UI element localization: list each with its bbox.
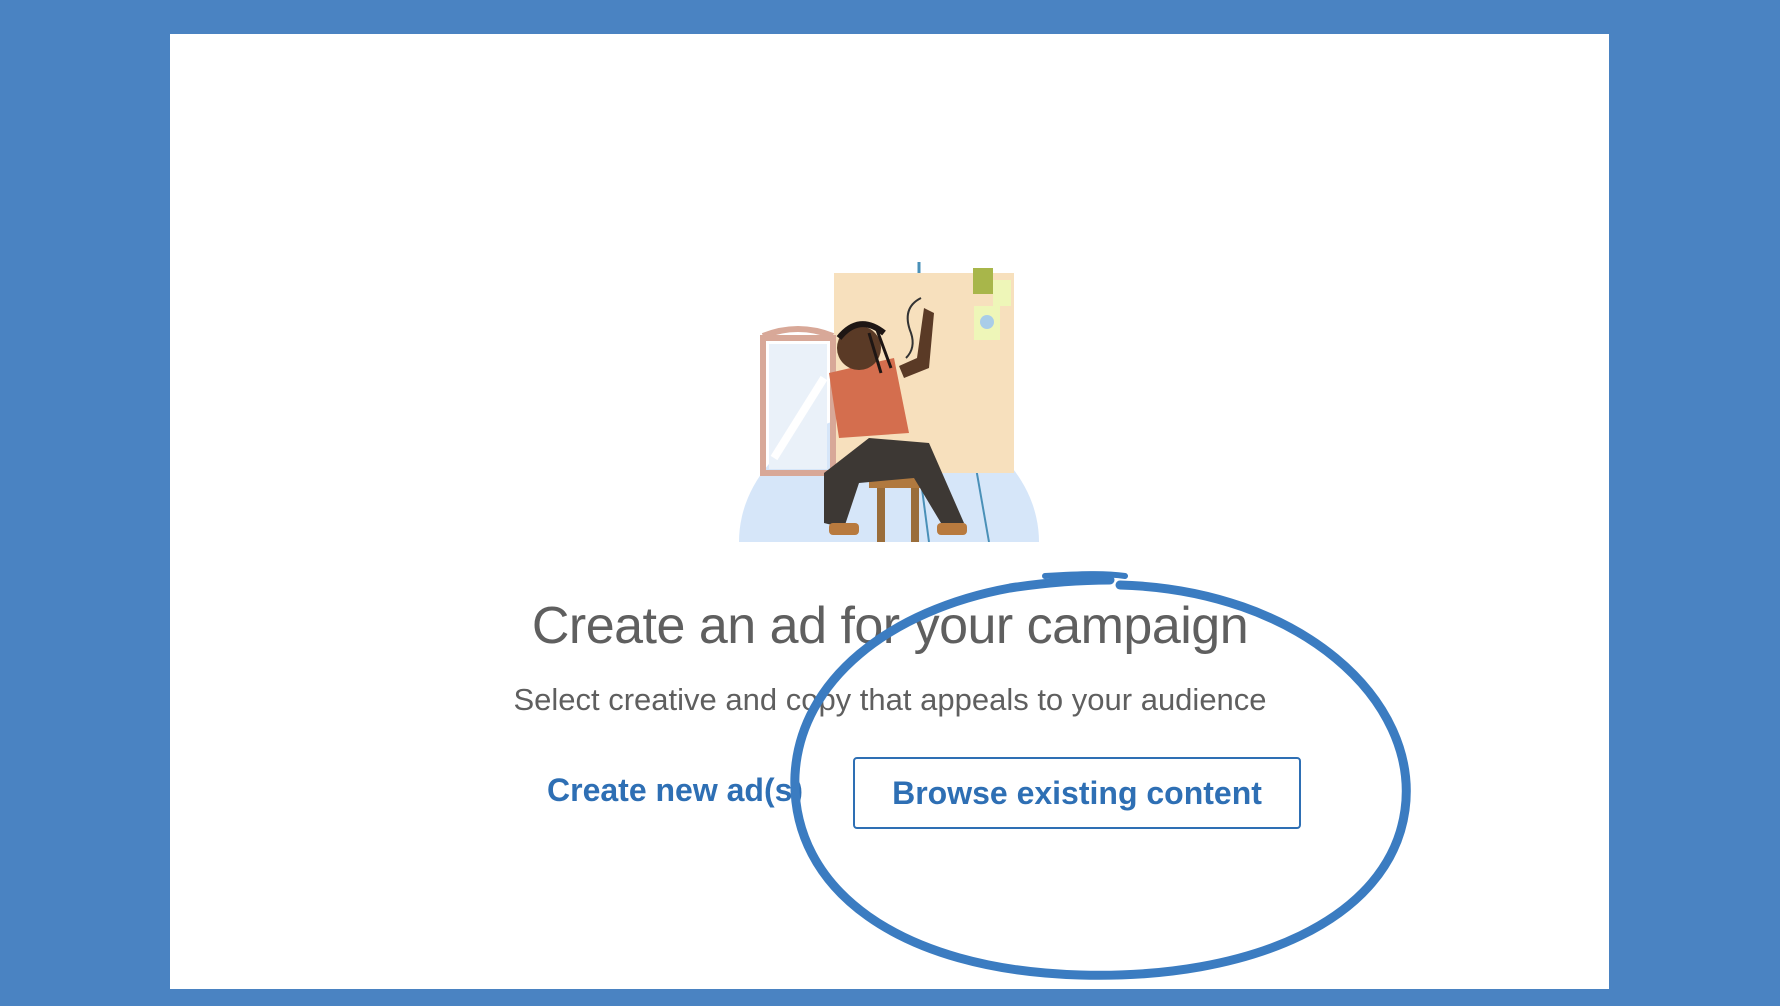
page-title: Create an ad for your campaign xyxy=(531,597,1249,655)
browse-existing-content-button[interactable]: Browse existing content xyxy=(853,757,1301,829)
page-subtitle: Select creative and copy that appeals to… xyxy=(513,682,1267,717)
artist-painting-illustration xyxy=(739,262,1039,542)
create-new-ads-button[interactable]: Create new ad(s) xyxy=(547,772,803,816)
